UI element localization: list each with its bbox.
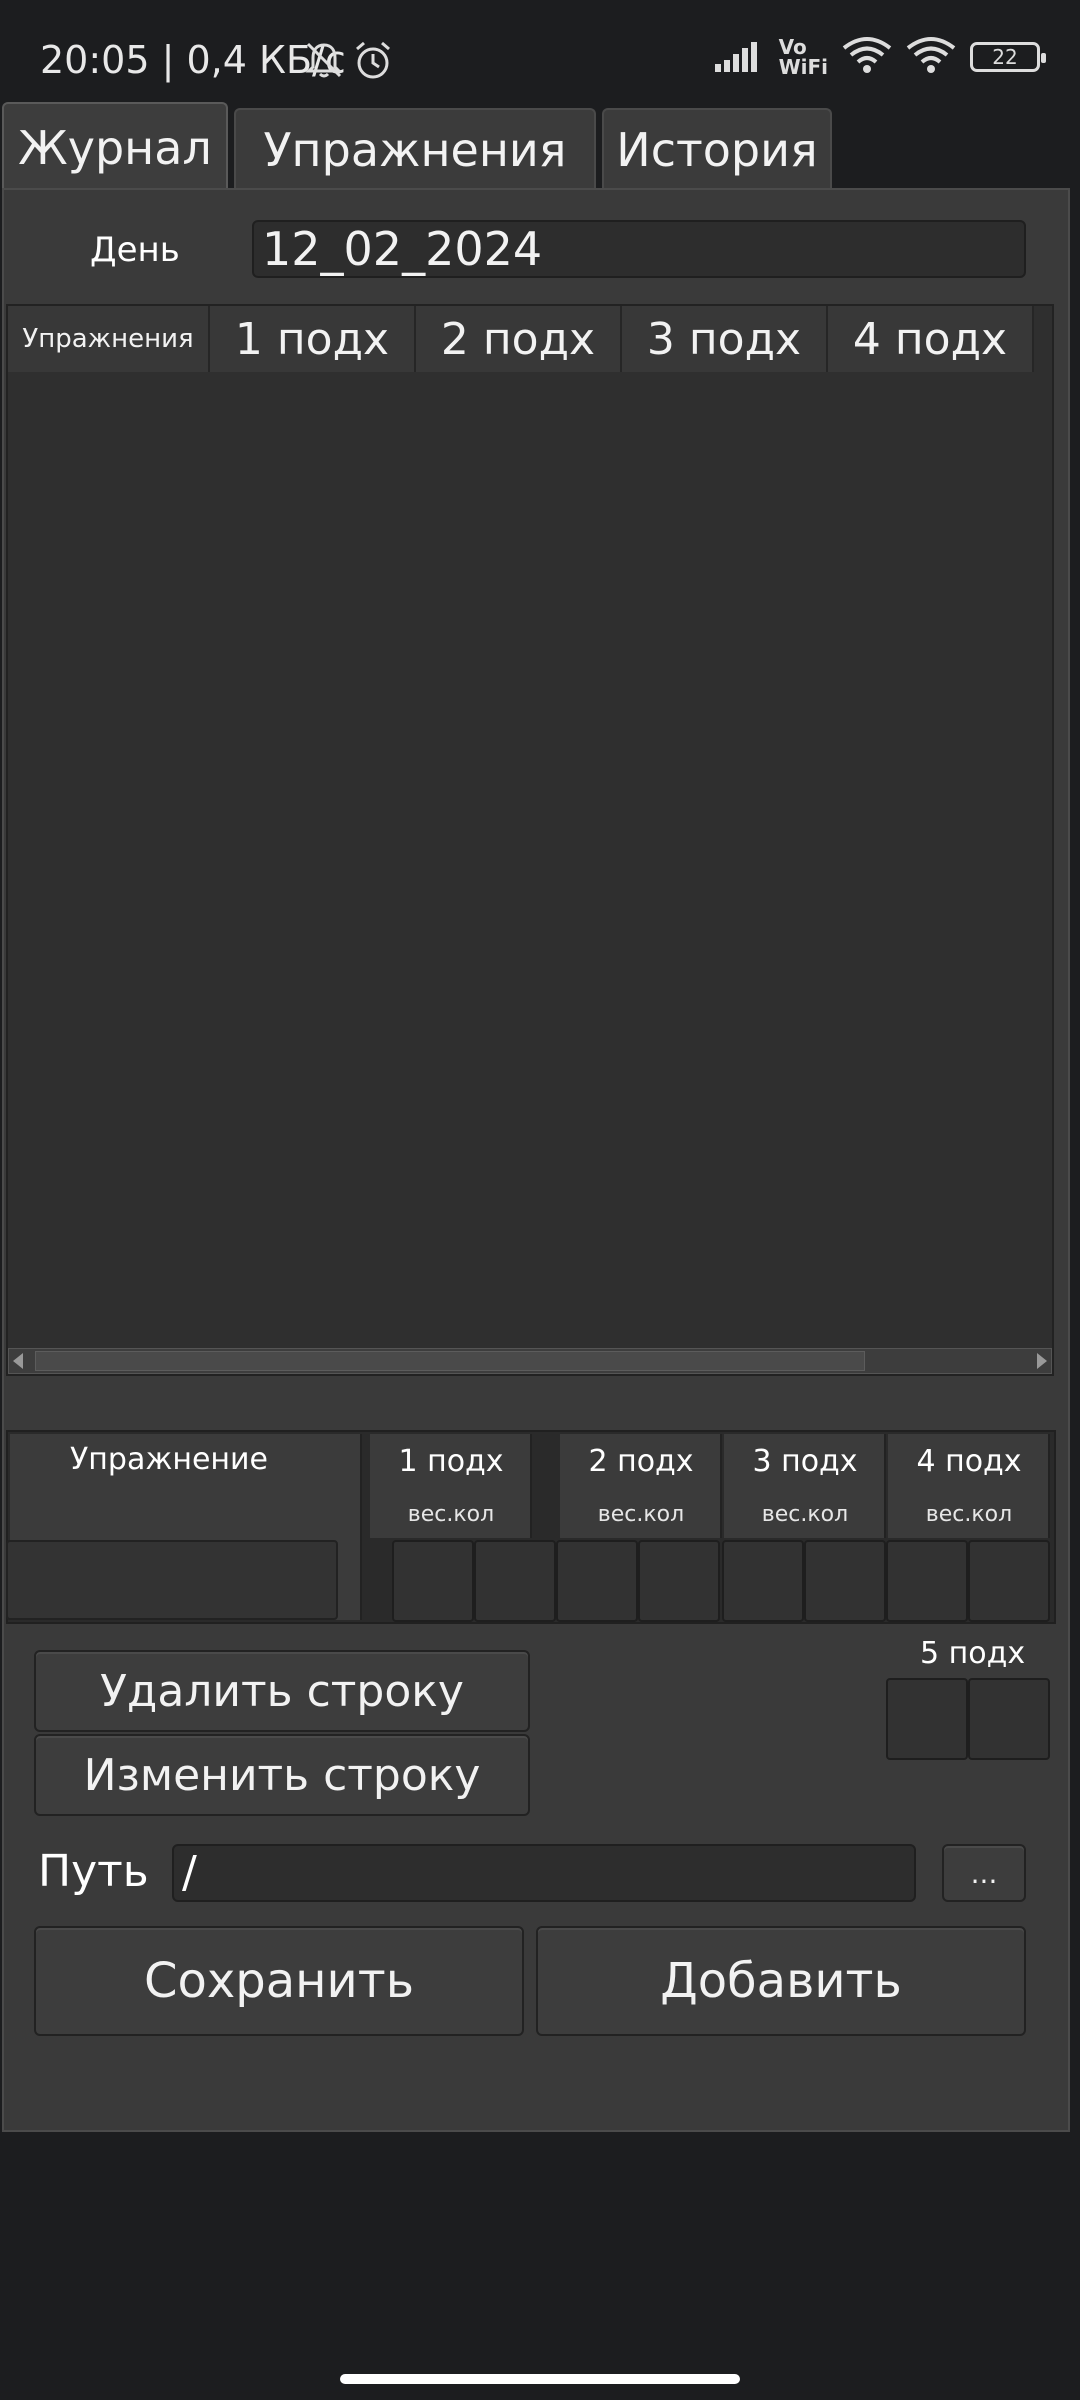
tab-journal[interactable]: Журнал [2, 102, 228, 192]
grid-col-set-4[interactable]: 4 подх [828, 306, 1034, 372]
grid-col-set-3[interactable]: 3 подх [622, 306, 828, 372]
set-4-label: 4 подх [916, 1444, 1022, 1479]
set-3-sub: вес.кол [761, 1502, 849, 1527]
vowifi-icon: Vo WiFi [778, 35, 828, 79]
set-1-header: 1 подх вес.кол [370, 1434, 532, 1538]
grid-body[interactable] [8, 372, 1052, 1348]
grid-col-set-1[interactable]: 1 подх [210, 306, 416, 372]
edit-row-button[interactable]: Изменить строку [34, 1734, 530, 1816]
day-label: День [90, 230, 180, 270]
set-5-weight-input[interactable] [886, 1678, 968, 1760]
tab-history-label: История [616, 123, 818, 177]
save-button[interactable]: Сохранить [34, 1926, 524, 2036]
alarm-icon [352, 40, 394, 86]
set-5-reps-input[interactable] [968, 1678, 1050, 1760]
tab-history[interactable]: История [602, 108, 832, 190]
set-2-sub: вес.кол [597, 1502, 685, 1527]
grid-horizontal-scrollbar[interactable] [8, 1348, 1052, 1374]
grid-col-set-2[interactable]: 2 подх [416, 306, 622, 372]
browse-button[interactable]: ... [942, 1844, 1026, 1902]
set-3-weight-input[interactable] [722, 1540, 804, 1622]
battery-level: 22 [992, 45, 1018, 69]
scroll-thumb[interactable] [35, 1351, 865, 1371]
delete-row-button[interactable]: Удалить строку [34, 1650, 530, 1732]
scroll-left-icon[interactable] [13, 1353, 23, 1369]
set-5-label: 5 подх [920, 1636, 1026, 1671]
set-2-header: 2 подх вес.кол [560, 1434, 722, 1538]
edit-row-label: Изменить строку [83, 1749, 481, 1801]
set-1-label: 1 подх [398, 1444, 504, 1479]
set-4-header: 4 подх вес.кол [888, 1434, 1050, 1538]
set-2-reps-input[interactable] [638, 1540, 720, 1622]
wifi-icon [906, 36, 956, 78]
set-2-label: 2 подх [588, 1444, 694, 1479]
set-1-reps-input[interactable] [474, 1540, 556, 1622]
delete-row-label: Удалить строку [100, 1665, 464, 1717]
set-4-weight-input[interactable] [886, 1540, 968, 1622]
add-button[interactable]: Добавить [536, 1926, 1026, 2036]
home-indicator[interactable] [340, 2374, 740, 2384]
add-label: Добавить [660, 1953, 902, 2009]
status-icons: Vo WiFi 22 [714, 35, 1046, 79]
set-1-sub: вес.кол [407, 1502, 495, 1527]
path-label: Путь [38, 1846, 149, 1897]
grid-header: Упражнения 1 подх 2 подх 3 подх 4 подх [8, 306, 1034, 372]
tab-journal-label: Журнал [18, 121, 212, 175]
tab-exercises-label: Упражнения [263, 123, 567, 177]
set-1-weight-input[interactable] [392, 1540, 474, 1622]
exercise-input[interactable] [6, 1540, 338, 1620]
browse-label: ... [970, 1856, 998, 1890]
day-field[interactable]: 12_02_2024 [252, 220, 1026, 278]
set-4-sub: вес.кол [925, 1502, 1013, 1527]
path-field[interactable]: / [172, 1844, 916, 1902]
exercise-label: Упражнение [70, 1442, 268, 1477]
set-4-reps-input[interactable] [968, 1540, 1050, 1622]
set-3-reps-input[interactable] [804, 1540, 886, 1622]
status-time: 20:05 | 0,4 КБ/с [40, 38, 346, 82]
save-label: Сохранить [144, 1953, 414, 2009]
scroll-right-icon[interactable] [1037, 1353, 1047, 1369]
battery-icon: 22 [970, 42, 1046, 72]
signal-icon [714, 38, 765, 76]
grid-col-exercise[interactable]: Упражнения [8, 306, 210, 372]
tab-exercises[interactable]: Упражнения [234, 108, 596, 190]
set-3-label: 3 подх [752, 1444, 858, 1479]
set-3-header: 3 подх вес.кол [724, 1434, 886, 1538]
set-2-weight-input[interactable] [556, 1540, 638, 1622]
wifi-call-icon [842, 36, 892, 78]
mute-icon [304, 40, 344, 84]
